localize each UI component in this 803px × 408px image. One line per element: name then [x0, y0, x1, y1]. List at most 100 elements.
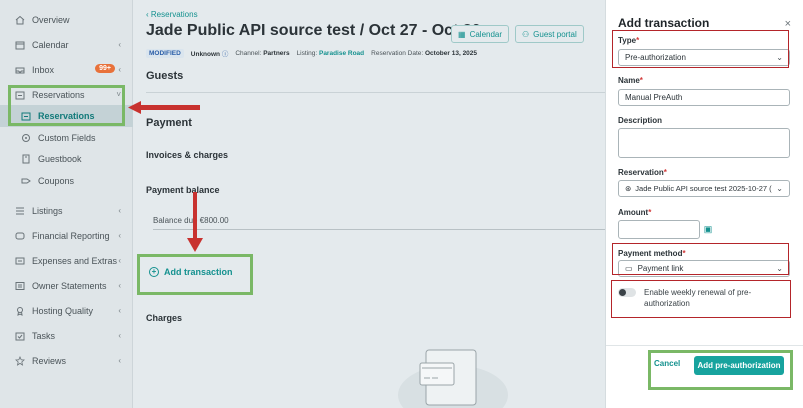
- chevron-down-icon: ⌄: [776, 53, 783, 62]
- add-transaction-label: Add transaction: [164, 267, 233, 277]
- chevron-down-icon: ⌄: [776, 184, 783, 193]
- payment-heading: Payment: [146, 117, 192, 129]
- sidebar-subitem-coupons[interactable]: Coupons: [0, 170, 133, 192]
- sidebar-item-calendar[interactable]: Calendar ‹: [0, 34, 133, 56]
- channel-value: Partners: [263, 49, 290, 57]
- chevron-left-icon: ‹: [118, 306, 121, 315]
- star-icon: [14, 356, 25, 367]
- balance-due-row: Balance due €800.00: [153, 212, 605, 230]
- sidebar-item-label: Overview: [32, 15, 70, 25]
- annotation-arrow-left: [128, 101, 200, 114]
- annotation-arrow-down: [187, 192, 203, 252]
- tag-icon: [20, 133, 31, 144]
- calculator-icon[interactable]: ▣: [701, 222, 715, 236]
- plus-circle-icon: +: [149, 267, 159, 277]
- reservation-detail: ‹ Reservations Jade Public API source te…: [133, 0, 605, 408]
- sidebar-subitem-custom-fields[interactable]: Custom Fields: [0, 127, 133, 149]
- calendar-icon: [14, 40, 25, 51]
- info-icon: ⓘ: [221, 51, 229, 58]
- sidebar-item-owner-statements[interactable]: Owner Statements ‹: [0, 275, 133, 297]
- description-textarea[interactable]: [618, 128, 790, 158]
- cancel-button[interactable]: Cancel: [654, 359, 680, 368]
- calendar-check-icon: [14, 90, 25, 101]
- sidebar-item-expenses[interactable]: Expenses and Extras ‹: [0, 250, 133, 272]
- page-title: Jade Public API source test / Oct 27 - O…: [146, 22, 499, 39]
- name-value: Manual PreAuth: [625, 93, 683, 102]
- sidebar-item-hosting-quality[interactable]: Hosting Quality ‹: [0, 300, 133, 322]
- listing-label: Listing:: [296, 49, 318, 57]
- globe-icon: ⊛: [625, 184, 632, 193]
- amount-label: Amount*: [618, 208, 652, 217]
- chevron-left-icon: ‹: [118, 356, 121, 365]
- sidebar-item-label: Tasks: [32, 331, 56, 341]
- breadcrumb-link[interactable]: Reservations: [151, 10, 198, 19]
- book-icon: [20, 154, 31, 165]
- status-badge: MODIFIED: [146, 48, 184, 58]
- breadcrumb[interactable]: ‹ Reservations: [146, 10, 198, 19]
- payment-method-select[interactable]: ▭ Payment link ⌄: [618, 260, 790, 277]
- calendar-icon: ▦: [458, 29, 466, 39]
- chart-icon: [14, 231, 25, 242]
- tasks-icon: [14, 331, 25, 342]
- channel-label: Channel:: [235, 49, 262, 57]
- add-transaction-button[interactable]: + Add transaction: [149, 267, 233, 277]
- chevron-left-icon: ‹: [118, 281, 121, 290]
- sidebar-item-listings[interactable]: Listings ‹: [0, 200, 133, 222]
- sidebar-item-reservations[interactable]: Reservations ˅: [0, 84, 133, 106]
- sidebar: Overview Calendar ‹ Inbox 99+ ‹ Reservat…: [0, 0, 133, 408]
- user-icon: ⚇: [522, 29, 530, 39]
- list-icon: [14, 206, 25, 217]
- date-label: Reservation Date:: [371, 49, 424, 57]
- sidebar-item-tasks[interactable]: Tasks ‹: [0, 325, 133, 347]
- sidebar-item-label: Expenses and Extras: [32, 256, 118, 266]
- reservation-select[interactable]: ⊛ Jade Public API source test 2025-10-27…: [618, 180, 790, 197]
- add-pre-authorization-button[interactable]: Add pre-authorization: [694, 356, 784, 375]
- inbox-count-badge: 99+: [95, 64, 115, 73]
- chevron-left-icon: ‹: [118, 256, 121, 265]
- weekly-renewal-toggle[interactable]: [618, 288, 636, 297]
- type-value: Pre-authorization: [625, 53, 686, 62]
- sidebar-item-label: Reservations: [38, 111, 95, 121]
- home-icon: [14, 15, 25, 26]
- guest-portal-label: Guest portal: [533, 29, 577, 39]
- sidebar-subitem-reservations[interactable]: Reservations: [0, 105, 133, 127]
- amount-input[interactable]: [618, 220, 700, 239]
- close-icon[interactable]: ×: [785, 18, 791, 30]
- payment-method-label: Payment method*: [618, 249, 686, 258]
- payment-method-value: Payment link: [637, 264, 684, 273]
- calendar-button[interactable]: ▦ Calendar: [451, 25, 510, 43]
- sidebar-item-inbox[interactable]: Inbox 99+ ‹: [0, 59, 133, 81]
- type-label: Type*: [618, 36, 640, 45]
- sidebar-item-label: Calendar: [32, 40, 69, 50]
- date-value: October 13, 2025: [425, 49, 478, 57]
- weekly-renewal-label: Enable weekly renewal of pre-authorizati…: [644, 288, 752, 308]
- listing-link[interactable]: Paradise Road: [319, 50, 364, 57]
- type-select[interactable]: Pre-authorization ⌄: [618, 49, 790, 66]
- calendar-check-icon: [20, 111, 31, 122]
- sidebar-item-reviews[interactable]: Reviews ‹: [0, 350, 133, 372]
- receipt-icon: [14, 256, 25, 267]
- statement-icon: [14, 281, 25, 292]
- charges-heading: Charges: [146, 313, 183, 323]
- calendar-button-label: Calendar: [469, 29, 503, 39]
- sidebar-subitem-guestbook[interactable]: Guestbook: [0, 148, 133, 170]
- guest-portal-button[interactable]: ⚇ Guest portal: [515, 25, 584, 43]
- inbox-icon: [14, 65, 25, 76]
- chevron-down-icon: ˅: [116, 90, 121, 99]
- footer-divider: [606, 345, 803, 346]
- credit-card-icon: ▭: [625, 264, 633, 273]
- chevron-left-icon: ‹: [118, 231, 121, 240]
- quality-icon: [14, 306, 25, 317]
- payment-balance-heading: Payment balance: [146, 185, 220, 195]
- sidebar-item-label: Reviews: [32, 356, 67, 366]
- sidebar-item-overview[interactable]: Overview: [0, 9, 133, 31]
- invoices-heading: Invoices & charges: [146, 150, 229, 160]
- name-input[interactable]: Manual PreAuth: [618, 89, 790, 106]
- sidebar-item-label: Owner Statements: [32, 281, 107, 291]
- sidebar-item-label: Listings: [32, 206, 63, 216]
- chevron-left-icon: ‹: [118, 65, 121, 74]
- reservation-meta: MODIFIED Unknown ⓘ Channel: Partners Lis…: [146, 48, 477, 58]
- sidebar-item-financial-reporting[interactable]: Financial Reporting ‹: [0, 225, 133, 247]
- sidebar-item-label: Hosting Quality: [32, 306, 94, 316]
- chevron-down-icon: ⌄: [776, 264, 783, 273]
